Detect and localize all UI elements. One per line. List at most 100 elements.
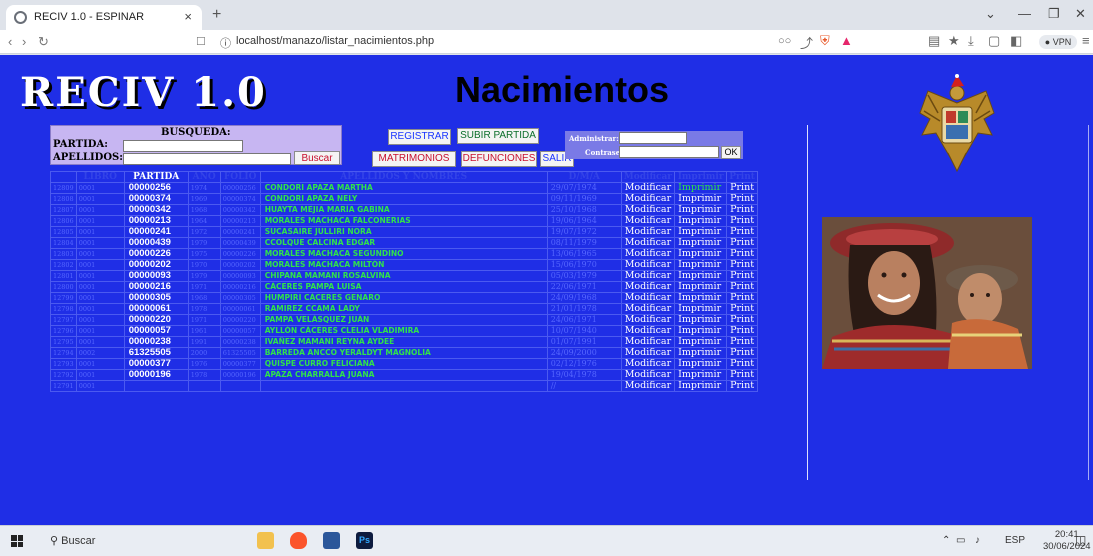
- forward-icon[interactable]: ›: [22, 34, 26, 49]
- modificar-link[interactable]: Modificar: [620, 270, 676, 282]
- modificar-link[interactable]: Modificar: [620, 182, 676, 194]
- imprimir-link[interactable]: Imprimir: [674, 270, 728, 282]
- imprimir-link[interactable]: Imprimir: [674, 336, 728, 348]
- print-link[interactable]: Print: [726, 281, 759, 293]
- imprimir-link[interactable]: Imprimir: [674, 369, 728, 381]
- close-window-icon[interactable]: ✕: [1075, 6, 1086, 22]
- imprimir-link[interactable]: Imprimir: [674, 215, 728, 227]
- imprimir-link[interactable]: Imprimir: [674, 237, 728, 249]
- imprimir-link[interactable]: Imprimir: [674, 182, 728, 194]
- brave-rewards-icon[interactable]: ▲: [840, 33, 853, 48]
- print-link[interactable]: Print: [726, 193, 759, 205]
- imprimir-link[interactable]: Imprimir: [674, 204, 728, 216]
- imprimir-link[interactable]: Imprimir: [674, 226, 728, 238]
- browser-tab[interactable]: RECIV 1.0 - ESPINAR ×: [6, 5, 202, 30]
- apellidos-input[interactable]: [123, 153, 291, 165]
- new-tab-button[interactable]: +: [212, 6, 221, 24]
- modificar-link[interactable]: Modificar: [620, 259, 676, 271]
- print-link[interactable]: Print: [726, 358, 759, 370]
- print-link[interactable]: Print: [726, 270, 759, 282]
- imprimir-link[interactable]: Imprimir: [674, 292, 728, 304]
- modificar-link[interactable]: Modificar: [620, 325, 676, 337]
- password-key-icon[interactable]: ○○: [778, 35, 791, 47]
- imprimir-link[interactable]: Imprimir: [674, 358, 728, 370]
- print-link[interactable]: Print: [726, 182, 759, 194]
- file-explorer-icon[interactable]: [257, 532, 274, 549]
- close-tab-icon[interactable]: ×: [184, 9, 192, 24]
- print-link[interactable]: Print: [726, 303, 759, 315]
- reload-icon[interactable]: ↻: [38, 34, 49, 50]
- site-info-icon[interactable]: ⓘ: [220, 35, 231, 51]
- back-icon[interactable]: ‹: [8, 34, 12, 49]
- modificar-link[interactable]: Modificar: [620, 226, 676, 238]
- print-link[interactable]: Print: [726, 336, 759, 348]
- imprimir-link[interactable]: Imprimir: [674, 380, 728, 392]
- modificar-link[interactable]: Modificar: [620, 215, 676, 227]
- defunciones-button[interactable]: DEFUNCIONES: [461, 151, 537, 167]
- imprimir-link[interactable]: Imprimir: [674, 281, 728, 293]
- print-link[interactable]: Print: [726, 380, 759, 392]
- download-icon[interactable]: ⤓: [968, 33, 974, 49]
- modificar-link[interactable]: Modificar: [620, 380, 676, 392]
- photoshop-icon[interactable]: Ps: [356, 532, 373, 549]
- chevron-down-icon[interactable]: ⌄: [985, 6, 996, 22]
- search-button[interactable]: Buscar: [294, 151, 340, 165]
- imprimir-link[interactable]: Imprimir: [674, 193, 728, 205]
- modificar-link[interactable]: Modificar: [620, 358, 676, 370]
- restore-icon[interactable]: ❐: [1048, 6, 1060, 22]
- password-input[interactable]: [619, 146, 719, 158]
- print-link[interactable]: Print: [726, 314, 759, 326]
- modificar-link[interactable]: Modificar: [620, 303, 676, 315]
- brave-shield-icon[interactable]: ⛨: [820, 33, 830, 49]
- modificar-link[interactable]: Modificar: [620, 204, 676, 216]
- print-link[interactable]: Print: [726, 347, 759, 359]
- matrimonios-button[interactable]: MATRIMONIOS: [372, 151, 456, 167]
- sidebar-icon[interactable]: ▤: [928, 33, 940, 49]
- modificar-link[interactable]: Modificar: [620, 336, 676, 348]
- modificar-link[interactable]: Modificar: [620, 369, 676, 381]
- ok-button[interactable]: OK: [721, 146, 741, 159]
- modificar-link[interactable]: Modificar: [620, 248, 676, 260]
- imprimir-link[interactable]: Imprimir: [674, 314, 728, 326]
- print-link[interactable]: Print: [726, 248, 759, 260]
- imprimir-link[interactable]: Imprimir: [674, 303, 728, 315]
- print-link[interactable]: Print: [726, 292, 759, 304]
- print-link[interactable]: Print: [726, 237, 759, 249]
- modificar-link[interactable]: Modificar: [620, 292, 676, 304]
- bookmark-icon[interactable]: ☐: [196, 35, 206, 48]
- imprimir-link[interactable]: Imprimir: [674, 248, 728, 260]
- print-link[interactable]: Print: [726, 325, 759, 337]
- modificar-link[interactable]: Modificar: [620, 347, 676, 359]
- brave-browser-icon[interactable]: [290, 532, 307, 549]
- windows-start-icon[interactable]: [11, 535, 23, 547]
- modificar-link[interactable]: Modificar: [620, 314, 676, 326]
- tray-chevron-icon[interactable]: ⌃: [942, 535, 950, 546]
- wallet-icon[interactable]: ◧: [1010, 33, 1022, 49]
- print-link[interactable]: Print: [726, 215, 759, 227]
- word-icon[interactable]: [323, 532, 340, 549]
- notifications-icon[interactable]: ◫: [1075, 533, 1086, 547]
- taskbar-search[interactable]: ⚲ Buscar: [50, 534, 95, 547]
- volume-icon[interactable]: ♪: [975, 535, 980, 546]
- modificar-link[interactable]: Modificar: [620, 237, 676, 249]
- admin-user-input[interactable]: [619, 132, 687, 144]
- print-link[interactable]: Print: [726, 226, 759, 238]
- print-link[interactable]: Print: [726, 259, 759, 271]
- modificar-link[interactable]: Modificar: [620, 193, 676, 205]
- url-field[interactable]: localhost/manazo/listar_nacimientos.php: [236, 35, 434, 47]
- registrar-button[interactable]: REGISTRAR: [388, 129, 451, 145]
- extensions-icon[interactable]: ★: [948, 33, 960, 49]
- imprimir-link[interactable]: Imprimir: [674, 325, 728, 337]
- print-link[interactable]: Print: [726, 204, 759, 216]
- minimize-icon[interactable]: —: [1018, 6, 1031, 21]
- network-icon[interactable]: ▭: [956, 535, 965, 546]
- imprimir-link[interactable]: Imprimir: [674, 259, 728, 271]
- tab-view-icon[interactable]: ▢: [988, 33, 1000, 49]
- menu-icon[interactable]: ≡: [1082, 33, 1090, 48]
- imprimir-link[interactable]: Imprimir: [674, 347, 728, 359]
- language-indicator[interactable]: ESP: [1005, 535, 1025, 546]
- subir-partida-button[interactable]: SUBIR PARTIDA: [457, 128, 539, 144]
- share-icon[interactable]: ⤴: [800, 33, 813, 52]
- print-link[interactable]: Print: [726, 369, 759, 381]
- partida-input[interactable]: [123, 140, 243, 152]
